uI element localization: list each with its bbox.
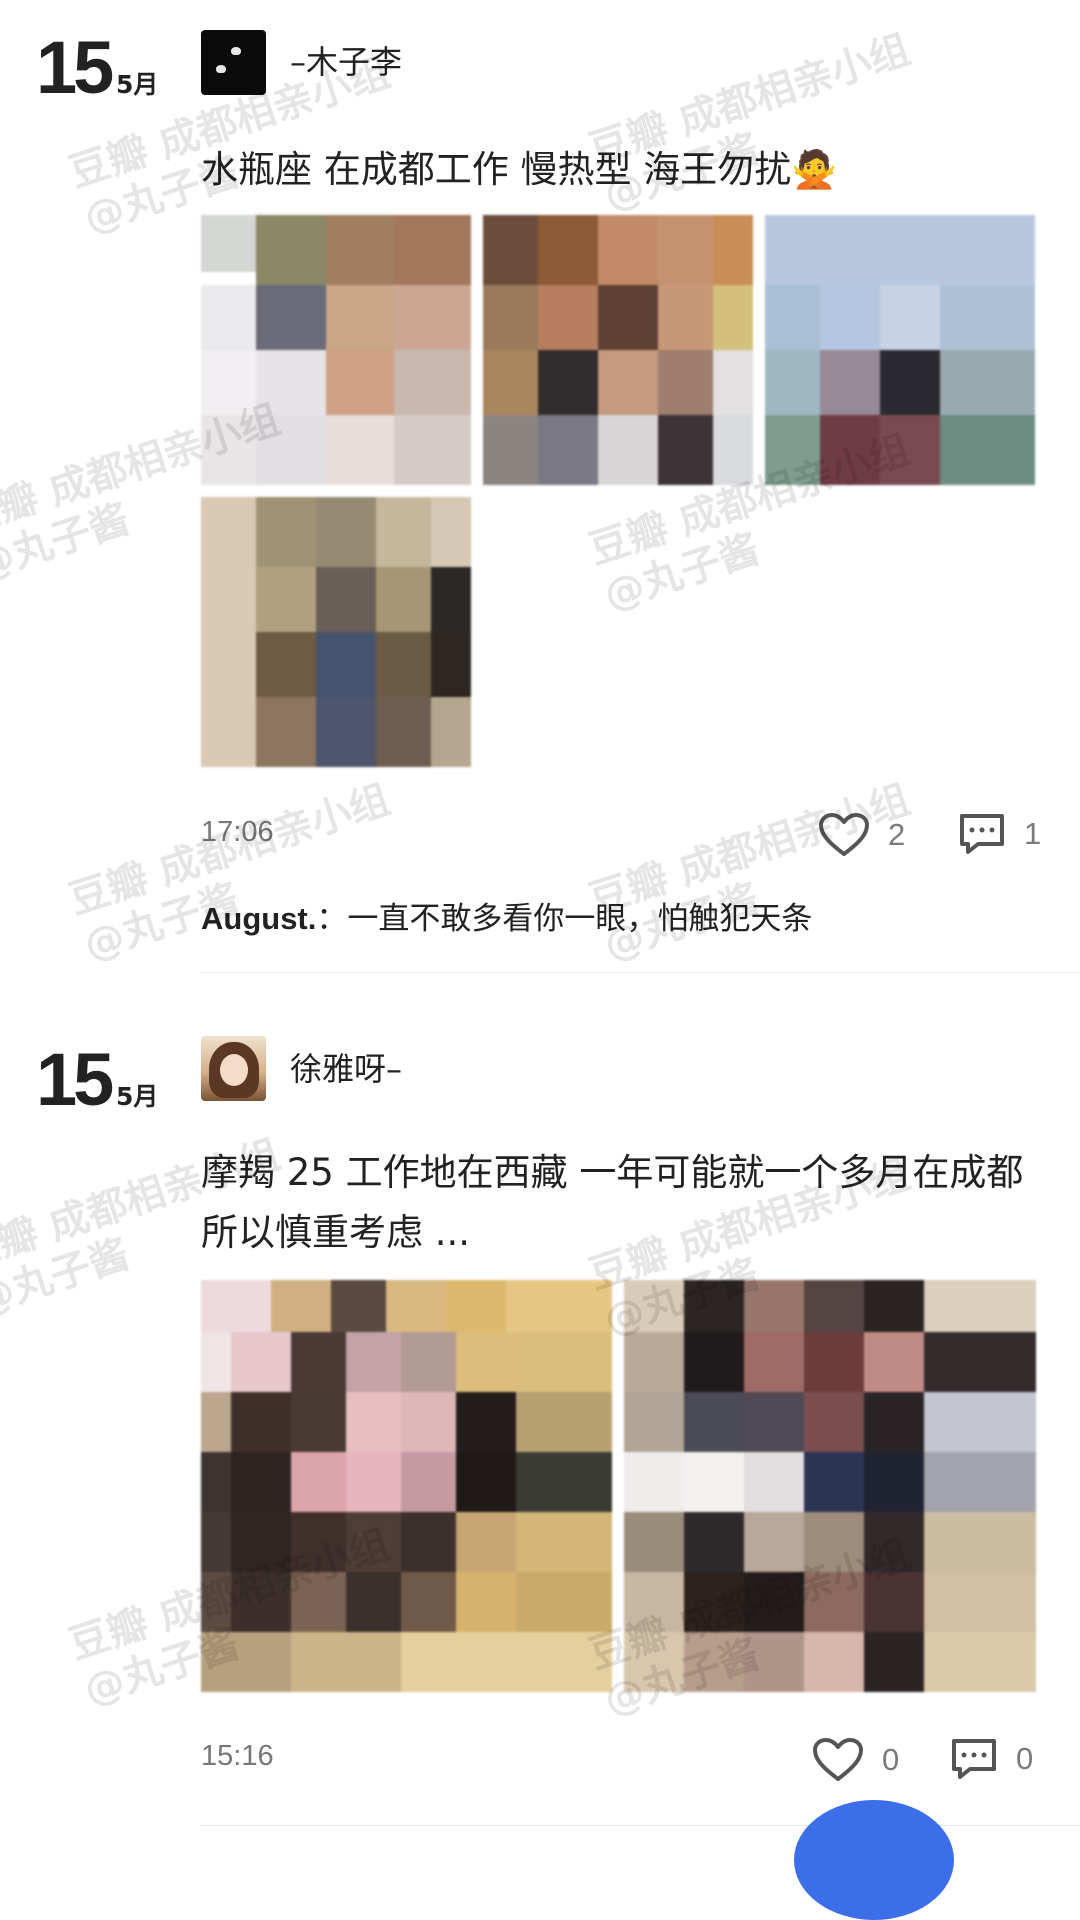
avatar[interactable] <box>201 30 266 95</box>
comment-text: 一直不敢多看你一眼，怕触犯天条 <box>347 901 813 937</box>
like-count: 0 <box>882 1742 900 1777</box>
post-photo[interactable] <box>765 215 1035 485</box>
post-date: 15 5月 <box>36 1040 166 1120</box>
like-button[interactable]: 2 <box>818 812 905 858</box>
comment-icon <box>950 1737 998 1781</box>
date-day: 15 <box>36 26 114 109</box>
divider <box>201 972 1080 973</box>
post-time: 15:16 <box>201 1740 274 1772</box>
divider <box>201 1825 1080 1826</box>
heart-icon <box>818 812 870 858</box>
post-time: 17:06 <box>201 816 274 848</box>
post-photo[interactable] <box>201 215 471 485</box>
avatar[interactable] <box>201 1036 266 1101</box>
comment-icon <box>958 812 1006 856</box>
post-photo[interactable] <box>201 1280 612 1692</box>
like-button[interactable]: 0 <box>812 1737 899 1783</box>
like-count: 2 <box>888 817 906 852</box>
comment-button[interactable]: 1 <box>958 812 1041 856</box>
comment-count: 0 <box>1016 1741 1034 1776</box>
post-text[interactable]: 水瓶座 在成都工作 慢热型 海王勿扰🙅 <box>201 140 1051 200</box>
comment-count: 1 <box>1024 816 1042 851</box>
date-day: 15 <box>36 1038 114 1121</box>
post-photo[interactable] <box>624 1280 1036 1692</box>
username[interactable]: 徐雅呀– <box>290 1045 402 1093</box>
comment-preview[interactable]: August.：一直不敢多看你一眼，怕触犯天条 <box>201 897 1031 941</box>
comment-separator: ： <box>316 901 348 937</box>
floating-action-button[interactable] <box>794 1800 954 1920</box>
comment-author[interactable]: August. <box>201 901 316 936</box>
date-month: 5月 <box>116 1082 159 1111</box>
date-month: 5月 <box>116 70 159 99</box>
comment-button[interactable]: 0 <box>950 1737 1033 1781</box>
heart-icon <box>812 1737 864 1783</box>
post-text[interactable]: 摩羯 25 工作地在西藏 一年可能就一个多月在成都 所以慎重考虑 ... <box>201 1143 1051 1263</box>
post-photo[interactable] <box>483 215 753 485</box>
post-1[interactable]: 15 5月 –木子李 水瓶座 在成都工作 慢热型 海王勿扰🙅 17:06 2 1… <box>0 0 1080 975</box>
username[interactable]: –木子李 <box>290 38 402 86</box>
post-photo[interactable] <box>201 497 471 767</box>
post-date: 15 5月 <box>36 28 166 108</box>
